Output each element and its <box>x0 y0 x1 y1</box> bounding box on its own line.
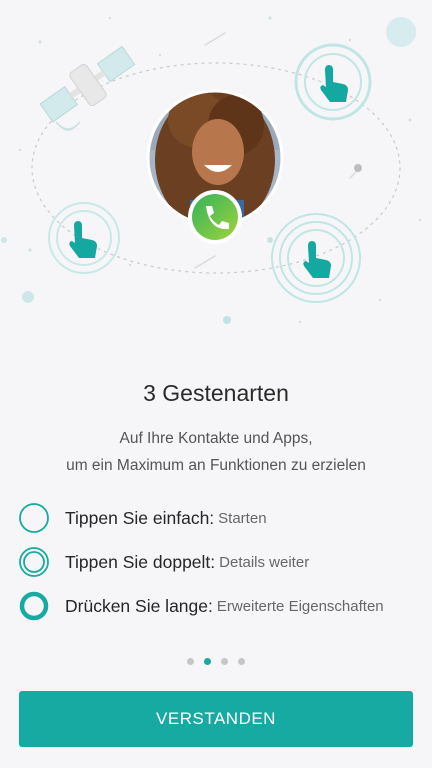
gesture-description: Details weiter <box>219 553 310 571</box>
single-ring-icon <box>19 503 49 533</box>
subtitle-line-1: Auf Ihre Kontakte und Apps, <box>119 430 313 447</box>
gesture-double-tap: Tippen Sie doppelt: Details weiter <box>18 540 428 584</box>
page-dot-1[interactable] <box>187 658 194 665</box>
gesture-list: Tippen Sie einfach: Starten Tippen Sie d… <box>18 496 428 628</box>
satellite-icon <box>39 45 136 123</box>
page-dot-4[interactable] <box>238 658 245 665</box>
gesture-long-press: Drücken Sie lange: Erweiterte Eigenschaf… <box>18 584 428 628</box>
page-dot-3[interactable] <box>221 658 228 665</box>
page-title: 3 Gestenarten <box>143 380 289 406</box>
gesture-label: Tippen Sie doppelt: <box>65 551 216 572</box>
phone-icon <box>188 190 242 244</box>
gesture-description: Starten <box>218 509 267 527</box>
gesture-label: Drücken Sie lange: <box>65 595 213 616</box>
gesture-description: Erweiterte Eigenschaften <box>216 597 384 615</box>
thick-ring-icon <box>19 591 49 621</box>
page-indicator <box>0 658 432 665</box>
subtitle-line-2: um ein Maximum an Funktionen zu erzielen <box>66 457 366 474</box>
gesture-label: Tippen Sie einfach: <box>65 507 215 528</box>
page-subtitle: Auf Ihre Kontakte und Apps, um ein Maxim… <box>0 425 432 479</box>
understood-button[interactable]: VERSTANDEN <box>19 691 413 747</box>
gesture-single-tap: Tippen Sie einfach: Starten <box>18 496 428 540</box>
page-dot-2[interactable] <box>204 658 211 665</box>
double-ring-icon <box>19 547 49 577</box>
gesture-illustration <box>1 16 422 324</box>
